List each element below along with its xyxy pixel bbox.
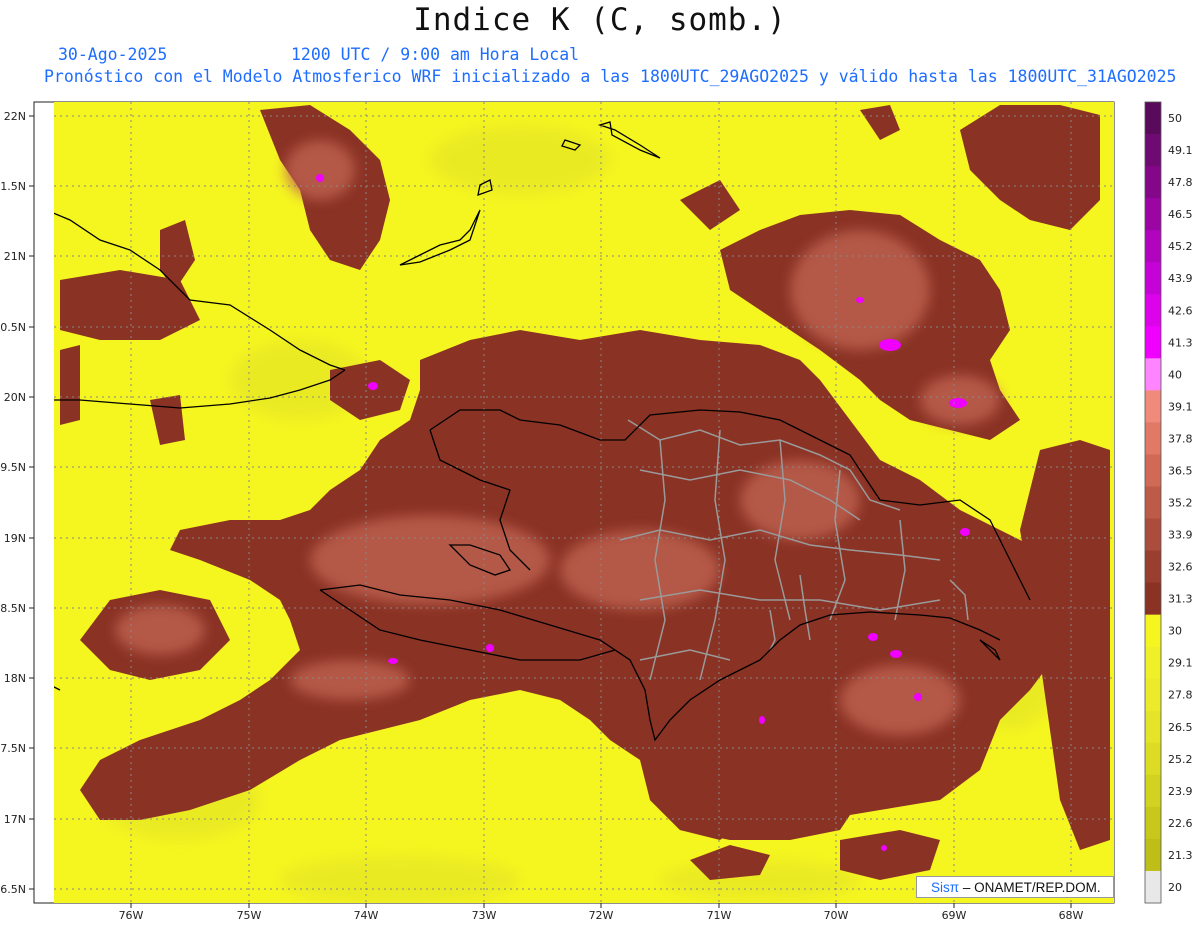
colorbar-swatch (1145, 614, 1161, 648)
lon-label: 74W (354, 909, 379, 922)
lon-label: 70W (824, 909, 849, 922)
lat-label: 18.5N (0, 602, 26, 615)
lon-ticks (130, 903, 1072, 908)
colorbar-swatch (1145, 198, 1161, 231)
lon-label: 69W (942, 909, 967, 922)
colorbar-swatch (1145, 742, 1161, 776)
colorbar-swatch (1145, 134, 1161, 167)
credit-brand: Sisπ (931, 880, 960, 895)
credit-box: Sisπ – ONAMET/REP.DOM. (916, 876, 1114, 898)
lon-label: 68W (1059, 909, 1084, 922)
colorbar-swatch (1145, 710, 1161, 744)
colorbar-label: 40 (1168, 368, 1182, 381)
colorbar-label: 26.5 (1168, 721, 1193, 734)
lon-label: 71W (707, 909, 732, 922)
colorbar-label: 25.2 (1168, 753, 1193, 766)
colorbar-swatch (1145, 390, 1161, 423)
colorbar: 50 49.1 47.8 46.5 45.2 43.9 42.6 41.3 40 39.1 37.8… (1144, 101, 1193, 904)
colorbar-label: 21.3 (1168, 849, 1193, 862)
colorbar-label: 20 (1168, 881, 1182, 894)
lon-labels: 76W 75W 74W 73W 72W 71W 70W 69W 68W (119, 909, 1084, 922)
colorbar-swatch (1145, 518, 1161, 551)
lat-label: 22N (4, 110, 26, 123)
colorbar-swatch (1145, 454, 1161, 487)
colorbar-label: 30 (1168, 625, 1182, 638)
colorbar-swatch (1145, 166, 1161, 199)
lat-label: 17.5N (0, 742, 26, 755)
colorbar-label: 46.5 (1168, 208, 1193, 221)
colorbar-swatch (1145, 870, 1161, 904)
colorbar-label: 42.6 (1168, 304, 1193, 317)
colorbar-label: 45.2 (1168, 240, 1193, 253)
colorbar-swatch (1145, 646, 1161, 680)
lon-label: 72W (589, 909, 614, 922)
colorbar-swatch (1145, 358, 1161, 391)
colorbar-swatch (1145, 678, 1161, 712)
lat-labels: 22N 21.5N 21N 20.5N 20N 19.5N 19N 18.5N … (0, 110, 26, 896)
colorbar-swatch (1145, 326, 1161, 359)
credit-org: – ONAMET/REP.DOM. (962, 880, 1101, 895)
lat-label: 17N (4, 813, 26, 826)
colorbar-label: 47.8 (1168, 176, 1193, 189)
k-index-field (54, 102, 1114, 903)
colorbar-label: 29.1 (1168, 657, 1193, 670)
colorbar-label: 41.3 (1168, 336, 1193, 349)
lon-label: 76W (119, 909, 144, 922)
colorbar-label: 27.8 (1168, 689, 1193, 702)
lat-label: 18N (4, 672, 26, 685)
colorbar-swatch (1145, 806, 1161, 840)
colorbar-swatch (1145, 486, 1161, 519)
colorbar-label: 23.9 (1168, 785, 1193, 798)
colorbar-label: 49.1 (1168, 144, 1193, 157)
colorbar-swatch (1145, 774, 1161, 808)
colorbar-swatch (1145, 230, 1161, 263)
lon-label: 75W (237, 909, 262, 922)
colorbar-swatch (1145, 262, 1161, 295)
colorbar-swatch (1145, 550, 1161, 583)
colorbar-label: 35.2 (1168, 497, 1193, 510)
colorbar-label: 36.5 (1168, 464, 1193, 477)
lat-label: 16.5N (0, 883, 26, 896)
colorbar-label: 31.3 (1168, 593, 1193, 606)
lat-ticks (29, 115, 34, 890)
colorbar-label: 50 (1168, 112, 1182, 125)
map-figure: 22N 21.5N 21N 20.5N 20N 19.5N 19N 18.5N … (0, 101, 1193, 922)
colorbar-label: 37.8 (1168, 432, 1193, 445)
colorbar-swatch (1145, 422, 1161, 455)
colorbar-swatch (1145, 838, 1161, 872)
lat-label: 19.5N (0, 461, 26, 474)
colorbar-label: 22.6 (1168, 817, 1193, 830)
lat-label: 20.5N (0, 321, 26, 334)
colorbar-swatch (1145, 582, 1161, 616)
lat-label: 21.5N (0, 180, 26, 193)
lat-label: 19N (4, 532, 26, 545)
colorbar-label: 32.6 (1168, 561, 1193, 574)
colorbar-swatch (1145, 102, 1161, 135)
lat-label: 21N (4, 250, 26, 263)
colorbar-label: 33.9 (1168, 529, 1193, 542)
lon-label: 73W (472, 909, 497, 922)
colorbar-label: 43.9 (1168, 272, 1193, 285)
colorbar-swatch (1145, 294, 1161, 327)
colorbar-label: 39.1 (1168, 400, 1193, 413)
lat-label: 20N (4, 391, 26, 404)
